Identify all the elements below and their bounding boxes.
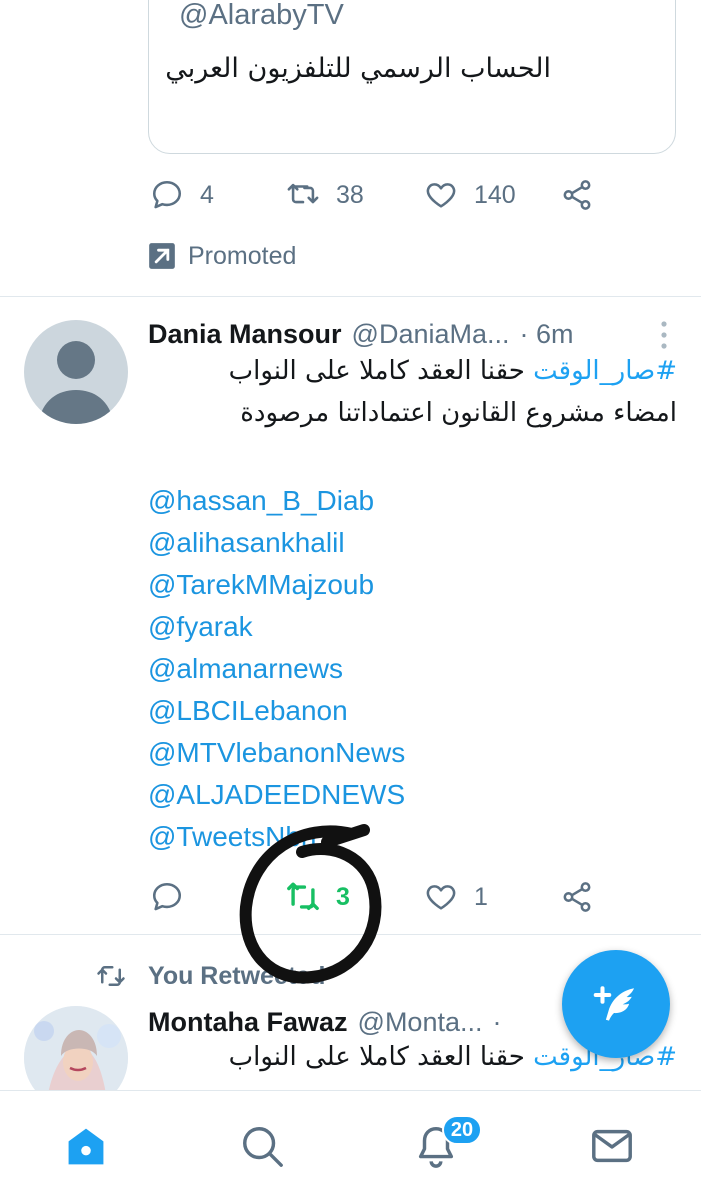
compose-tweet-button[interactable] [562, 950, 670, 1058]
mention-link[interactable]: @almanarnews [148, 648, 343, 690]
retweet-icon [97, 966, 125, 986]
mention-link[interactable]: @TweetsNbn [148, 816, 317, 858]
home-icon [68, 1128, 104, 1165]
notifications-badge: 20 [442, 1115, 482, 1145]
mention-link[interactable]: @hassan_B_Diab [148, 480, 374, 522]
divider [0, 296, 701, 297]
author-name[interactable]: Montaha Fawaz [148, 1007, 348, 1038]
more-options-button[interactable] [654, 316, 674, 356]
messages-icon [592, 1129, 632, 1163]
card-description: الحساب الرسمي للتلفزيون العربي [165, 53, 551, 84]
retweet-icon [287, 882, 319, 911]
share-icon [563, 180, 591, 210]
promoted-text: Promoted [188, 241, 297, 270]
tweet-time: · 6m [519, 318, 574, 349]
like-button[interactable]: 1 [424, 872, 488, 922]
retweet-button-active[interactable]: 3 [286, 872, 350, 922]
search-icon [243, 1127, 283, 1167]
promoted-icon [149, 243, 175, 269]
heart-icon [426, 885, 456, 910]
hashtag-link[interactable]: #صار_الوقت [533, 356, 677, 386]
divider [0, 934, 701, 935]
tweet-text: حقنا العقد كاملا على النواب [228, 356, 534, 386]
reply-button[interactable]: 4 [150, 170, 214, 220]
top-tweet-actions: 4 38 140 [148, 170, 608, 220]
mention-link[interactable]: @fyarak [148, 606, 253, 648]
mention-link[interactable]: @TarekMMajzoub [148, 564, 374, 606]
retweet-button[interactable]: 38 [286, 170, 364, 220]
like-count: 140 [474, 180, 516, 209]
reply-icon [152, 882, 182, 911]
like-count: 1 [474, 882, 488, 911]
heart-icon [426, 183, 456, 208]
tweet-text-line-1: #صار_الوقت حقنا العقد كاملا على النواب [229, 356, 677, 386]
share-button[interactable] [560, 170, 594, 220]
reply-button[interactable] [150, 872, 200, 922]
tweet-actions: 3 1 [148, 872, 608, 922]
compose-tweet-icon [593, 986, 634, 1021]
tweet-header: Dania Mansour @DaniaMa... · 6m [148, 314, 574, 354]
tweet-text-line-2: امضاء مشروع القانون اعتماداتنا مرصودة [240, 398, 677, 428]
nav-messages[interactable] [562, 1111, 662, 1181]
retweeted-indicator: You Retweeted [96, 960, 325, 992]
more-vertical-icon [661, 321, 667, 349]
tweet-text: حقنا العقد كاملا على النواب [228, 1042, 534, 1072]
mention-link[interactable]: @ALJADEEDNEWS [148, 774, 405, 816]
card-handle: @AlarabyTV [179, 0, 344, 31]
tweet-time: · [492, 1006, 502, 1037]
retweet-count: 38 [336, 180, 364, 209]
author-handle[interactable]: @DaniaMa... [352, 319, 510, 350]
mention-link[interactable]: @MTVlebanonNews [148, 732, 405, 774]
mention-link[interactable]: @LBCILebanon [148, 690, 348, 732]
retweet-count: 3 [336, 882, 350, 911]
retweet-icon [287, 183, 319, 204]
promoted-label[interactable]: Promoted [148, 238, 296, 274]
avatar[interactable] [24, 320, 128, 424]
author-name[interactable]: Dania Mansour [148, 319, 342, 350]
nav-home[interactable] [36, 1111, 136, 1181]
tweet-header: Montaha Fawaz @Monta... · [148, 1002, 502, 1042]
author-handle[interactable]: @Monta... [358, 1007, 483, 1038]
profile-card[interactable]: @AlarabyTV الحساب الرسمي للتلفزيون العرب… [148, 0, 676, 154]
share-button[interactable] [560, 872, 594, 922]
mention-link[interactable]: @alihasankhalil [148, 522, 345, 564]
reply-count: 4 [200, 180, 214, 209]
retweeted-text: You Retweeted [148, 961, 326, 990]
bottom-navigation [0, 1090, 701, 1201]
reply-icon [152, 180, 182, 209]
nav-search[interactable] [212, 1111, 312, 1181]
share-icon [563, 882, 591, 912]
like-button[interactable]: 140 [424, 170, 516, 220]
default-avatar-icon [38, 341, 114, 424]
